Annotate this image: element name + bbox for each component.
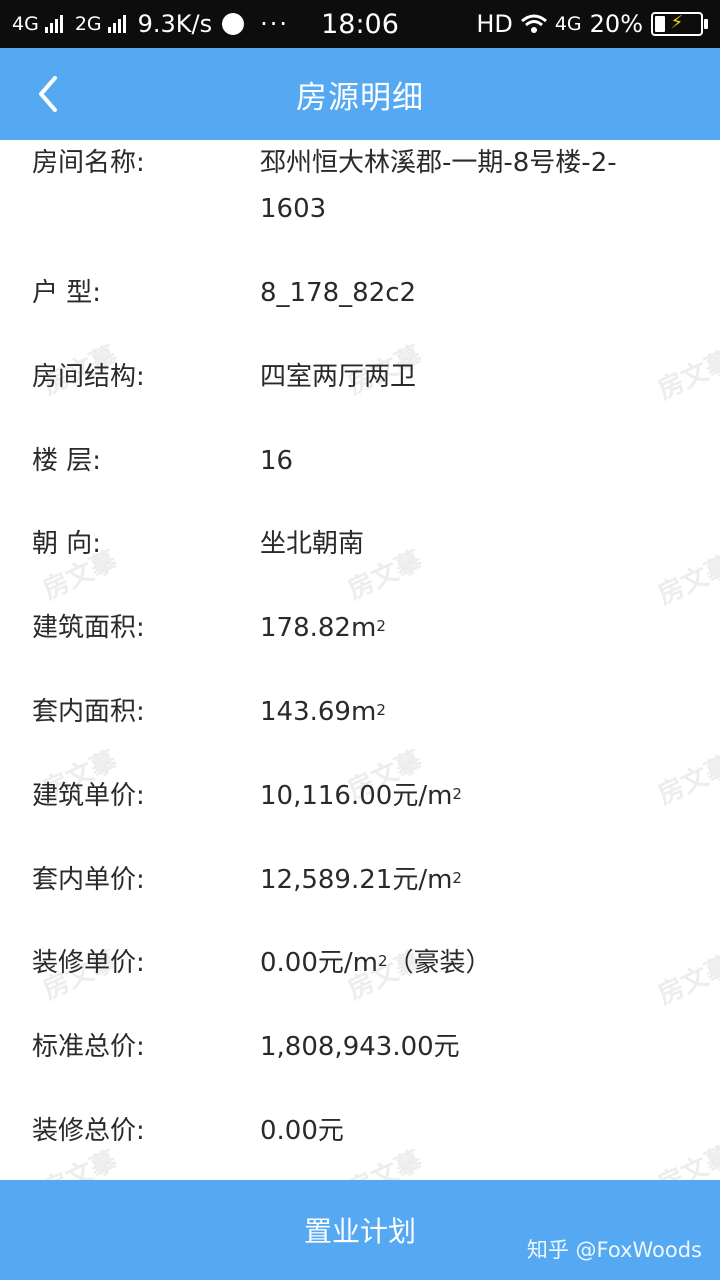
chevron-left-icon: [39, 76, 57, 112]
decoration-unit-price-label: 装修单价:: [32, 948, 145, 978]
signal-icon-2: [107, 15, 126, 33]
layout-label: 户 型:: [32, 278, 102, 308]
decoration-total-label: 装修总价:: [32, 1116, 145, 1146]
app-header: 房源明细: [0, 48, 720, 140]
gross-area-value: 178.82m2: [260, 613, 386, 643]
net-unit-price-label: 套内单价:: [32, 865, 145, 895]
page-title: 房源明细: [296, 79, 424, 116]
standard-total-label: 标准总价:: [32, 1032, 145, 1062]
room-name-label: 房间名称:: [32, 148, 145, 178]
status-bar: 4G 2G 9.3K/s ··· 18:06 HD 4G 20% ⚡: [0, 0, 720, 48]
source-credit: 知乎 @FoxWoods: [526, 1238, 702, 1262]
structure-value: 四室两厅两卫: [260, 362, 417, 392]
network-label-4g: 4G: [12, 13, 39, 35]
battery-percent: 20%: [589, 10, 643, 38]
floor-label: 楼 层:: [32, 446, 102, 476]
net-unit-price-value: 12,589.21元/m2: [260, 865, 462, 895]
structure-label: 房间结构:: [32, 362, 145, 392]
signal-icon: [44, 15, 63, 33]
wifi-icon: [520, 14, 547, 33]
floor-value: 16: [260, 446, 294, 476]
gross-unit-price-value: 10,116.00元/m2: [260, 781, 462, 811]
gross-area-label: 建筑面积:: [32, 613, 145, 643]
hd-label: HD: [476, 10, 513, 38]
battery-icon: ⚡: [651, 12, 708, 36]
net-area-value: 143.69m2: [260, 697, 386, 727]
room-name-value: 邳州恒大林溪郡-一期-8号楼-2-1603: [260, 148, 617, 224]
decoration-total-value: 0.00元: [260, 1116, 344, 1146]
decoration-unit-price-value: 0.00元/m2（豪装）: [260, 948, 492, 978]
status-right: HD 4G 20% ⚡: [476, 10, 708, 38]
purchase-plan-label: 置业计划: [303, 1215, 416, 1248]
network-label-2g: 2G: [74, 13, 102, 35]
network-label-4g-right: 4G: [554, 13, 582, 35]
gross-unit-price-label: 建筑单价:: [32, 781, 145, 811]
more-notifications-icon: ···: [260, 10, 290, 38]
standard-total-value: 1,808,943.00元: [260, 1032, 460, 1062]
net-area-label: 套内面积:: [32, 697, 145, 727]
purchase-plan-button[interactable]: 置业计划: [0, 1180, 720, 1280]
network-speed: 9.3K/s: [137, 10, 213, 38]
orientation-label: 朝 向:: [32, 529, 102, 559]
status-left: 4G 2G 9.3K/s ···: [12, 10, 476, 38]
orientation-value: 坐北朝南: [260, 529, 365, 559]
layout-value: 8_178_82c2: [260, 278, 417, 308]
back-button[interactable]: [22, 68, 74, 120]
browser-icon: [222, 13, 245, 35]
detail-list: 房文摹 房文摹 房文摹 房文摹 房文摹 房文摹 房文摹 房文摹 房文摹 房文摹 …: [0, 140, 720, 1180]
